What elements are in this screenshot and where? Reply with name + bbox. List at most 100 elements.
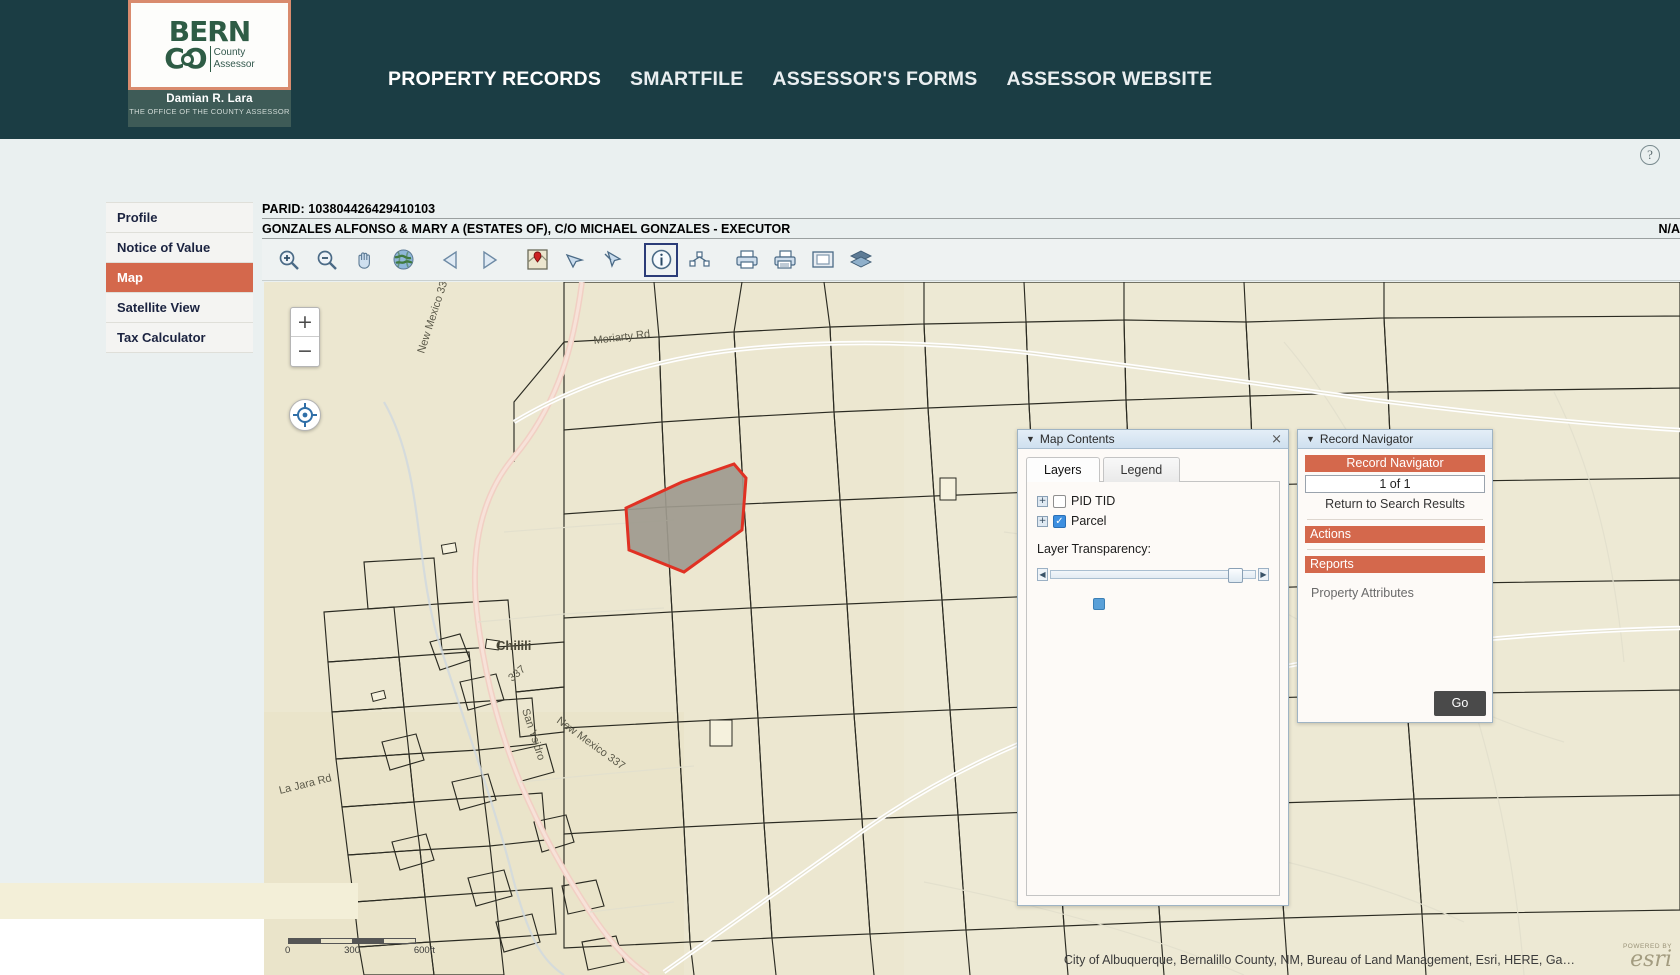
map-scale-bar: 0 300 600ft	[285, 938, 435, 956]
layer-transparency-label: Layer Transparency:	[1037, 542, 1151, 556]
layers-tab-body: + PID TID + ✓ Parcel Layer Transparency:…	[1026, 481, 1280, 896]
nav-assessor-website[interactable]: ASSESSOR WEBSITE	[1006, 68, 1212, 91]
map-label-chilili: Chilili	[496, 638, 531, 653]
layer-label-parcel: Parcel	[1071, 514, 1107, 528]
footer-decoration	[0, 883, 358, 919]
main-navigation: PROPERTY RECORDS SMARTFILE ASSESSOR'S FO…	[388, 68, 1212, 91]
tab-legend[interactable]: Legend	[1102, 457, 1181, 482]
slider-track[interactable]	[1050, 568, 1256, 583]
help-icon[interactable]: ?	[1640, 145, 1660, 165]
record-navigator-body: Record Navigator 1 of 1 Return to Search…	[1298, 449, 1492, 722]
overview-map-icon[interactable]	[806, 243, 840, 277]
divider	[1307, 549, 1483, 550]
scale-label-600: 600ft	[413, 945, 435, 956]
full-extent-globe-icon[interactable]	[386, 243, 420, 277]
sidebar-item-profile[interactable]: Profile	[106, 203, 253, 233]
zoom-in-icon[interactable]	[272, 243, 306, 277]
print-icon[interactable]	[730, 243, 764, 277]
sidebar-item-satellite-view[interactable]: Satellite View	[106, 293, 253, 323]
map-contents-title: Map Contents	[1039, 431, 1115, 446]
assessor-office-subtitle: THE OFFICE OF THE COUNTY ASSESSOR	[129, 107, 290, 116]
record-right-value: N/A	[1658, 222, 1680, 236]
owner-line: GONZALES ALFONSO & MARY A (ESTATES OF), …	[262, 219, 1680, 239]
map-contents-panel[interactable]: ▼ Map Contents × Layers Legend + PID TID…	[1017, 429, 1289, 906]
layer-transparency-slider[interactable]: ◀ ▶	[1037, 568, 1269, 583]
pan-hand-icon[interactable]	[348, 243, 382, 277]
site-header: BERN CO County Assessor Damian R. Lara T…	[0, 0, 1680, 139]
sidebar-item-tax-calculator[interactable]: Tax Calculator	[106, 323, 253, 353]
slider-thumb[interactable]	[1228, 568, 1243, 583]
scale-label-300: 300	[344, 945, 360, 956]
select-arrow-icon[interactable]	[558, 243, 592, 277]
record-navigator-title: Record Navigator	[1319, 431, 1414, 446]
record-header: PARID: 103804426429410103 GONZALES ALFON…	[262, 202, 1680, 281]
report-item-property-attributes[interactable]: Property Attributes	[1303, 576, 1487, 600]
layer-checkbox-pid-tid[interactable]	[1053, 494, 1066, 508]
return-to-search-results-link[interactable]: Return to Search Results	[1303, 497, 1487, 511]
map-toolbar	[262, 239, 1680, 281]
sidebar-item-map[interactable]: Map	[106, 263, 253, 293]
tab-layers[interactable]: Layers	[1026, 457, 1100, 482]
measure-icon[interactable]	[682, 243, 716, 277]
reports-section-header[interactable]: Reports	[1305, 556, 1485, 573]
parcel-map[interactable]: .pl { fill:none; stroke:#2b2b22; stroke-…	[264, 282, 1680, 975]
logo-row-two: CO County Assessor	[164, 45, 255, 73]
esri-wordmark: esri	[1630, 947, 1672, 972]
page-body: ? Profile Notice of Value Map Satellite …	[0, 139, 1680, 975]
identify-info-icon[interactable]	[644, 242, 678, 277]
clear-selection-icon[interactable]	[596, 243, 630, 277]
scale-bar-labels: 0 300 600ft	[285, 945, 435, 956]
collapse-caret-icon[interactable]: ▼	[1026, 430, 1035, 449]
layer-checkbox-parcel[interactable]: ✓	[1053, 514, 1066, 528]
sidebar-item-notice-of-value[interactable]: Notice of Value	[106, 233, 253, 263]
logo-divider	[209, 46, 211, 72]
logo-assessor-line: Assessor	[213, 59, 255, 70]
logo-county-line: County	[213, 47, 246, 58]
owner-name: GONZALES ALFONSO & MARY A (ESTATES OF), …	[262, 222, 791, 236]
transparency-handle-badge[interactable]	[1093, 598, 1105, 610]
nav-smartfile[interactable]: SMARTFILE	[630, 68, 743, 91]
collapse-caret-icon[interactable]: ▼	[1306, 430, 1315, 449]
print-map-icon[interactable]	[768, 243, 802, 277]
slider-right-arrow-icon[interactable]: ▶	[1258, 568, 1269, 581]
esri-powered-by-text: POWERED BY	[1622, 943, 1672, 950]
go-button[interactable]: Go	[1434, 691, 1486, 716]
record-navigator-panel[interactable]: ▼ Record Navigator Record Navigator 1 of…	[1297, 429, 1493, 723]
parcel-id-label: PARID: 103804426429410103	[262, 202, 1680, 219]
next-extent-icon[interactable]	[472, 243, 506, 277]
map-contents-tabs: Layers Legend	[1018, 449, 1288, 482]
layer-row-pid-tid[interactable]: + PID TID	[1037, 494, 1269, 508]
map-zoom-out-button[interactable]: −	[291, 337, 319, 366]
layers-stack-icon[interactable]	[844, 243, 878, 277]
actions-section-header[interactable]: Actions	[1305, 526, 1485, 543]
close-icon[interactable]: ×	[1271, 430, 1282, 449]
logo-card: BERN CO County Assessor	[128, 0, 291, 90]
logo-text-co: CO	[164, 45, 207, 73]
logo-county-assessor: County Assessor	[214, 47, 255, 71]
map-attribution: City of Albuquerque, Bernalillo County, …	[1063, 953, 1575, 967]
layer-label-pid-tid: PID TID	[1071, 494, 1116, 508]
divider	[1307, 519, 1483, 520]
layer-row-parcel[interactable]: + ✓ Parcel	[1037, 514, 1269, 528]
scale-bar-graphic	[288, 938, 416, 944]
map-contents-header[interactable]: ▼ Map Contents ×	[1018, 430, 1288, 449]
record-navigator-header[interactable]: ▼ Record Navigator	[1298, 430, 1492, 449]
slider-left-arrow-icon[interactable]: ◀	[1037, 568, 1048, 581]
assessor-name: Damian R. Lara	[166, 93, 253, 105]
zoom-out-icon[interactable]	[310, 243, 344, 277]
map-zoom-in-button[interactable]: +	[291, 308, 319, 337]
record-counter-field[interactable]: 1 of 1	[1305, 475, 1485, 493]
record-sidebar: Profile Notice of Value Map Satellite Vi…	[106, 202, 253, 353]
map-zoom-control[interactable]: + −	[290, 307, 320, 367]
nav-assessors-forms[interactable]: ASSESSOR'S FORMS	[772, 68, 977, 91]
record-navigator-bar: Record Navigator	[1305, 455, 1485, 472]
expand-icon[interactable]: +	[1037, 495, 1048, 507]
previous-extent-icon[interactable]	[434, 243, 468, 277]
scale-label-0: 0	[285, 945, 291, 956]
zoom-to-selection-icon[interactable]	[520, 243, 554, 277]
nav-property-records[interactable]: PROPERTY RECORDS	[388, 68, 601, 91]
esri-logo: POWERED BY esri	[1622, 943, 1672, 972]
expand-icon[interactable]: +	[1037, 515, 1048, 527]
assessor-logo[interactable]: BERN CO County Assessor Damian R. Lara T…	[128, 0, 291, 127]
map-locate-button[interactable]	[289, 399, 321, 431]
